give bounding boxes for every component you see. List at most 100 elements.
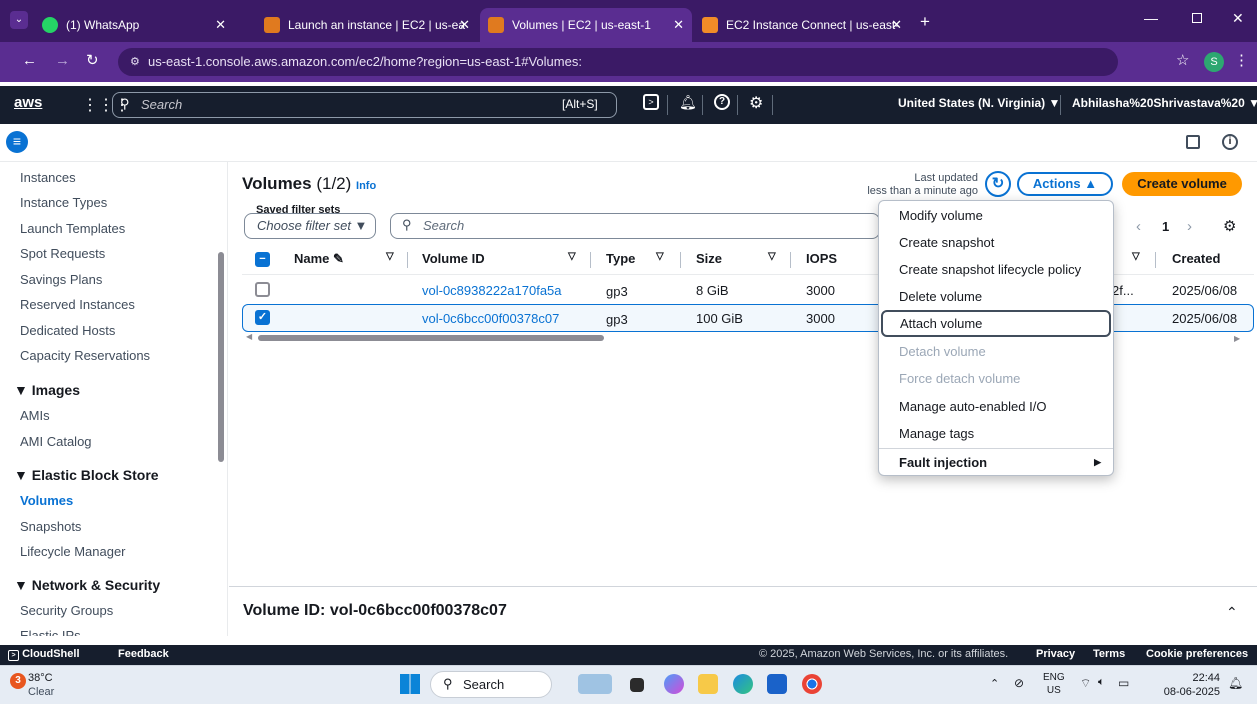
split-divider[interactable] [229,586,1257,587]
sidebar-item-ami-catalog[interactable]: AMI Catalog [20,434,92,449]
windows-start-icon[interactable] [400,674,420,694]
scroll-right-icon[interactable]: ▶ [1234,334,1240,343]
close-icon[interactable]: ✕ [459,17,470,33]
copilot-icon[interactable] [664,674,684,694]
bell-icon[interactable]: 🔔︎ [679,94,697,111]
tab-whatsapp[interactable]: (1) WhatsApp ✕ [34,8,234,42]
create-volume-button[interactable]: Create volume [1122,172,1242,196]
task-view-icon[interactable] [630,678,644,692]
info-link[interactable]: Info [356,180,376,192]
next-page-icon[interactable]: › [1187,218,1192,235]
forward-icon[interactable]: → [55,52,70,69]
tab-search-icon[interactable]: ⌄ [10,11,28,29]
notification-bell-icon[interactable]: 🔔︎ [1228,676,1243,690]
window-close-icon[interactable]: ✕ [1232,10,1244,27]
sidebar-item-capacity-reservations[interactable]: Capacity Reservations [20,348,150,363]
horizontal-scrollbar[interactable] [258,335,604,341]
menu-item-create-snapshot[interactable]: Create snapshot [879,229,1113,256]
new-tab-icon[interactable]: + [920,12,930,32]
feedback-link[interactable]: Feedback [118,648,169,660]
sidebar-item-volumes[interactable]: Volumes [20,493,73,508]
menu-item-manage-io[interactable]: Manage auto-enabled I/O [879,393,1113,420]
aws-logo[interactable]: aws [14,94,42,111]
menu-item-fault-injection[interactable]: Fault injection ▶ [879,449,1113,476]
sort-icon[interactable]: ▽ [656,251,664,262]
tray-app-icon[interactable]: ⊘ [1014,676,1024,690]
menu-item-delete-volume[interactable]: Delete volume [879,283,1113,310]
profile-avatar[interactable]: S [1204,52,1224,72]
cloudshell-icon[interactable]: > [643,94,659,110]
close-icon[interactable]: ✕ [891,17,902,33]
sidebar-item-lifecycle-manager[interactable]: Lifecycle Manager [20,544,126,559]
tray-expand-icon[interactable]: ⌃ [990,677,999,690]
browser-menu-icon[interactable]: ⋮ [1234,51,1249,69]
filter-set-select[interactable]: Choose filter set ▼ [244,213,376,239]
volume-id-link[interactable]: vol-0c6bcc00f00378c07 [422,311,559,326]
cookie-preferences-link[interactable]: Cookie preferences [1146,648,1248,660]
sidebar-item-instance-types[interactable]: Instance Types [20,195,107,210]
widget-app-icon[interactable] [578,674,612,694]
service-search-input[interactable]: Search [112,92,617,118]
sidebar-item-savings-plans[interactable]: Savings Plans [20,272,102,287]
sort-icon[interactable]: ▽ [1132,251,1140,262]
help-icon[interactable]: ? [714,94,730,110]
refresh-button[interactable]: ↻ [985,171,1011,197]
settings-icon[interactable]: ⚙ [749,93,763,113]
panel-icon[interactable] [1186,135,1200,149]
sidebar-item-launch-templates[interactable]: Launch Templates [20,221,125,236]
restore-icon[interactable] [1192,13,1202,23]
sidebar-item-amis[interactable]: AMIs [20,408,50,423]
menu-item-modify-volume[interactable]: Modify volume [879,202,1113,229]
sidebar-section-network-security[interactable]: ▼ Network & Security [14,577,160,593]
sidebar-item-dedicated-hosts[interactable]: Dedicated Hosts [20,323,115,338]
close-icon[interactable]: ✕ [673,17,684,33]
terms-link[interactable]: Terms [1093,648,1125,660]
back-icon[interactable]: ← [22,52,37,69]
menu-icon[interactable]: ≡ [6,131,28,153]
sidebar-section-images[interactable]: ▼ Images [14,382,80,398]
row-checkbox[interactable]: ✓ [255,310,270,325]
wifi-icon[interactable]: ⌔ [1080,676,1091,691]
column-header-type[interactable]: Type [606,251,635,266]
scroll-left-icon[interactable]: ◀ [246,332,252,341]
url-field[interactable]: us-east-1.console.aws.amazon.com/ec2/hom… [118,48,1118,76]
row-checkbox[interactable] [255,282,270,297]
account-menu[interactable]: Abhilasha%20Shrivastava%20 ▼ [1072,96,1257,110]
menu-item-attach-volume[interactable]: Attach volume [881,310,1111,337]
clock[interactable]: 22:44 08-06-2025 [1160,671,1220,699]
star-icon[interactable]: ☆ [1176,51,1189,69]
expand-icon[interactable]: ⌃ [1226,604,1238,621]
edge-icon[interactable] [733,674,753,694]
sidebar-item-elastic-ips[interactable]: Elastic IPs [20,628,81,636]
sidebar-item-instances[interactable]: Instances [20,170,76,185]
column-header-size[interactable]: Size [696,251,722,266]
menu-item-manage-tags[interactable]: Manage tags [879,420,1113,447]
sidebar-item-snapshots[interactable]: Snapshots [20,519,81,534]
select-all-checkbox[interactable]: − [255,252,270,267]
sidebar-item-spot-requests[interactable]: Spot Requests [20,246,105,261]
info-icon[interactable]: i [1222,134,1238,150]
table-search-input[interactable]: Search [390,213,880,239]
privacy-link[interactable]: Privacy [1036,648,1075,660]
minimize-icon[interactable]: — [1144,10,1158,26]
region-selector[interactable]: United States (N. Virginia) ▼ [898,96,1060,110]
file-explorer-icon[interactable] [698,674,718,694]
volume-icon[interactable]: 🔈︎ [1098,676,1105,689]
tab-ec2-instance-connect[interactable]: EC2 Instance Connect | us-east- ✕ [694,8,910,42]
cloudshell-link[interactable]: > CloudShell [8,648,80,661]
sidebar-item-security-groups[interactable]: Security Groups [20,603,113,618]
column-header-created[interactable]: Created [1172,251,1220,266]
tab-launch-instance[interactable]: Launch an instance | EC2 | us-ea ✕ [256,8,478,42]
column-header-name[interactable]: Name ✎ [294,251,344,267]
sidebar-section-ebs[interactable]: ▼ Elastic Block Store [14,467,159,483]
column-header-iops[interactable]: IOPS [806,251,837,266]
close-icon[interactable]: ✕ [215,17,226,33]
chrome-icon[interactable] [802,674,822,694]
reload-icon[interactable]: ↻ [86,51,99,69]
sort-icon[interactable]: ▽ [768,251,776,262]
battery-icon[interactable]: ▭ [1118,676,1129,690]
page-number[interactable]: 1 [1162,219,1169,234]
sort-icon[interactable]: ▽ [386,251,394,262]
sidebar-item-reserved-instances[interactable]: Reserved Instances [20,297,135,312]
column-header-volume-id[interactable]: Volume ID [422,251,485,266]
